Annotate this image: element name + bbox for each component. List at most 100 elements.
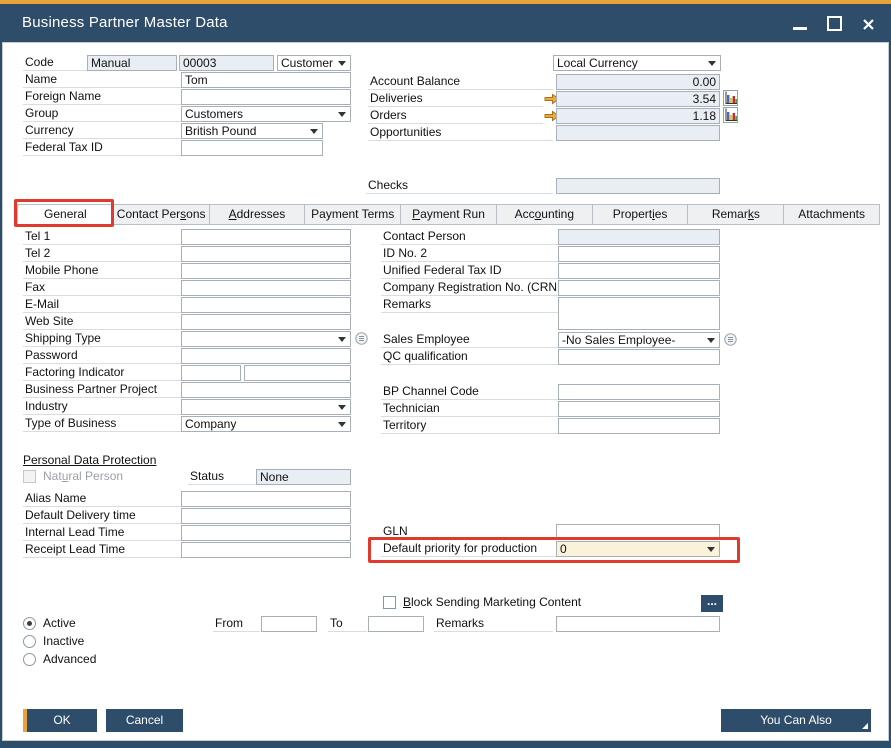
orders-chart-icon[interactable] <box>723 107 738 123</box>
natural-person-label: Natural Person <box>43 469 123 485</box>
tab-properties[interactable]: Properties <box>593 204 689 225</box>
chevron-down-icon <box>338 422 346 427</box>
cancel-button[interactable]: Cancel <box>106 709 183 732</box>
technician-field[interactable] <box>558 401 720 417</box>
password-field[interactable] <box>181 348 351 364</box>
foreign-name-field[interactable] <box>181 89 351 105</box>
internal-lead-time-field[interactable] <box>181 525 351 541</box>
industry-select[interactable] <box>181 399 351 415</box>
titlebar[interactable]: Business Partner Master Data <box>0 4 891 42</box>
type-of-business-label: Type of Business <box>23 416 181 432</box>
bp-project-field[interactable] <box>181 382 351 398</box>
status-remarks-field[interactable] <box>556 616 720 632</box>
deliveries-field[interactable]: 3.54 <box>556 91 720 107</box>
bp-remarks-field[interactable] <box>558 297 720 330</box>
website-field[interactable] <box>181 314 351 330</box>
website-label: Web Site <box>23 314 181 330</box>
receipt-lead-time-field[interactable] <box>181 542 351 558</box>
qc-qualification-field[interactable] <box>558 349 720 365</box>
tel2-field[interactable] <box>181 246 351 262</box>
factoring-indicator-code-field[interactable] <box>181 365 241 381</box>
default-delivery-time-field[interactable] <box>181 508 351 524</box>
bp-type-value: Customer <box>281 56 333 70</box>
name-field[interactable]: Tom <box>181 72 351 88</box>
from-label: From <box>213 616 260 632</box>
form-body: Code Manual 00003 Customer Name Tom Fore… <box>2 42 889 741</box>
maximize-icon[interactable] <box>827 15 842 31</box>
crn-field[interactable] <box>558 280 720 296</box>
tel1-label: Tel 1 <box>23 229 181 245</box>
name-label: Name <box>23 72 181 88</box>
shipping-type-options-icon[interactable] <box>355 332 368 345</box>
window-controls <box>793 15 875 31</box>
mobile-phone-field[interactable] <box>181 263 351 279</box>
minimize-icon[interactable] <box>793 15 807 31</box>
from-date-field[interactable] <box>261 616 317 632</box>
orders-field[interactable]: 1.18 <box>556 108 720 124</box>
factoring-indicator-label: Factoring Indicator <box>23 365 181 381</box>
status-remarks-label: Remarks <box>434 616 553 632</box>
tab-accounting[interactable]: Accounting <box>497 204 593 225</box>
tab-addresses[interactable]: Addresses <box>210 204 306 225</box>
deliveries-label: Deliveries <box>368 91 543 107</box>
gln-label: GLN <box>381 524 556 540</box>
bp-remarks-label: Remarks <box>381 297 558 313</box>
checks-field[interactable] <box>556 178 720 194</box>
password-label: Password <box>23 348 181 364</box>
bp-channel-code-field[interactable] <box>558 384 720 400</box>
gln-field[interactable] <box>556 524 720 540</box>
active-radio[interactable] <box>23 617 36 630</box>
default-priority-select[interactable]: 0 <box>556 541 720 557</box>
technician-label: Technician <box>381 401 558 417</box>
id-no2-field[interactable] <box>558 246 720 262</box>
fax-field[interactable] <box>181 280 351 296</box>
inactive-radio[interactable] <box>23 635 36 648</box>
currency-select[interactable]: British Pound <box>181 123 323 139</box>
tab-general[interactable]: General <box>17 204 114 225</box>
tab-contact-persons[interactable]: Contact Persons <box>114 204 210 225</box>
tel2-label: Tel 2 <box>23 246 181 262</box>
display-currency-select[interactable]: Local Currency <box>553 55 721 71</box>
block-marketing-checkbox[interactable] <box>383 596 396 609</box>
code-series-field[interactable]: Manual <box>87 55 177 71</box>
contact-person-label: Contact Person <box>381 229 558 245</box>
alias-name-field[interactable] <box>181 491 351 507</box>
deliveries-chart-icon[interactable] <box>723 90 738 106</box>
type-of-business-select[interactable]: Company <box>181 416 351 432</box>
factoring-indicator-desc-field[interactable] <box>244 365 351 381</box>
ellipsis-button[interactable]: ... <box>701 595 723 612</box>
group-label: Group <box>23 106 181 122</box>
tab-remarks[interactable]: Remarks <box>688 204 784 225</box>
unified-federal-tax-id-field[interactable] <box>558 263 720 279</box>
active-label: Active <box>43 616 76 632</box>
close-icon[interactable] <box>862 15 875 31</box>
display-currency-value: Local Currency <box>557 56 638 70</box>
sales-employee-select[interactable]: -No Sales Employee- <box>558 332 720 348</box>
bp-type-select[interactable]: Customer <box>277 55 351 71</box>
tab-payment-terms[interactable]: Payment Terms <box>305 204 401 225</box>
federal-tax-id-field[interactable] <box>181 140 323 156</box>
territory-label: Territory <box>381 418 558 434</box>
territory-field[interactable] <box>558 418 720 434</box>
ok-button[interactable]: OK <box>23 709 97 732</box>
tab-payment-run[interactable]: Payment Run <box>401 204 497 225</box>
to-date-field[interactable] <box>368 616 424 632</box>
email-label: E-Mail <box>23 297 181 313</box>
code-label: Code <box>23 55 87 71</box>
email-field[interactable] <box>181 297 351 313</box>
you-can-also-button[interactable]: You Can Also <box>721 709 871 732</box>
unified-federal-tax-id-label: Unified Federal Tax ID <box>381 263 558 279</box>
code-number-field[interactable]: 00003 <box>179 55 274 71</box>
account-balance-label: Account Balance <box>368 74 553 90</box>
advanced-radio[interactable] <box>23 653 36 666</box>
tab-attachments[interactable]: Attachments <box>784 204 880 225</box>
shipping-type-select[interactable] <box>181 331 351 347</box>
sales-employee-options-icon[interactable] <box>724 333 737 346</box>
opportunities-field[interactable] <box>556 125 720 141</box>
tel1-field[interactable] <box>181 229 351 245</box>
account-balance-field[interactable]: 0.00 <box>556 74 720 90</box>
fax-label: Fax <box>23 280 181 296</box>
chevron-down-icon <box>310 129 318 134</box>
group-select[interactable]: Customers <box>181 106 351 122</box>
contact-person-field[interactable] <box>558 229 720 245</box>
